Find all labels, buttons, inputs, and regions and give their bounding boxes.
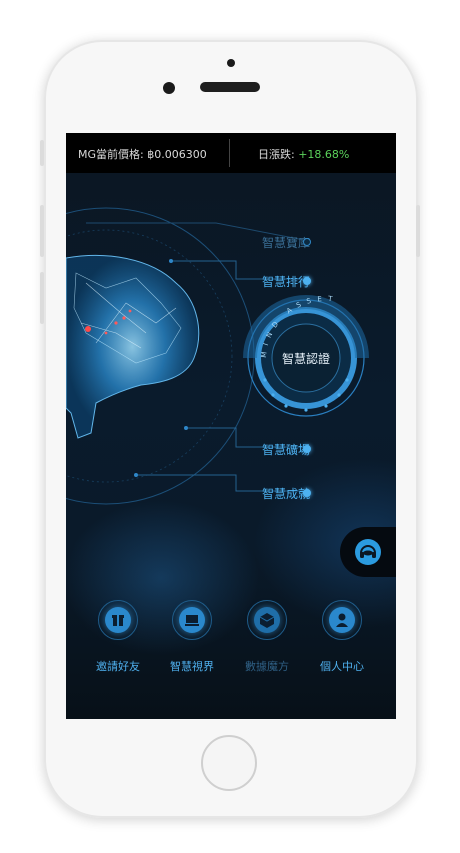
monitor-icon (179, 607, 205, 633)
nav-data-cube[interactable]: 數據魔方 (232, 600, 302, 674)
proximity-sensor (227, 59, 235, 67)
customer-service-button[interactable] (340, 527, 396, 577)
menu-dot-achievement (303, 489, 311, 497)
app-screen: MG當前價格: ฿0.006300 日漲跌: +18.68% MIND ASSE… (66, 133, 396, 719)
power-button (416, 205, 420, 257)
person-icon (329, 607, 355, 633)
home-button[interactable] (201, 735, 257, 791)
nav-profile[interactable]: 個人中心 (307, 600, 377, 674)
nav-label: 邀請好友 (96, 660, 140, 673)
nav-ring (98, 600, 138, 640)
menu-dot-mine (303, 445, 311, 453)
nav-smart-vision[interactable]: 智慧視界 (157, 600, 227, 674)
mute-switch (40, 140, 44, 166)
nav-label: 智慧視界 (170, 660, 214, 673)
nav-ring (322, 600, 362, 640)
earpiece-speaker (200, 82, 260, 92)
gift-icon (105, 607, 131, 633)
volume-down-button (40, 272, 44, 324)
cube-icon (254, 607, 280, 633)
volume-up-button (40, 205, 44, 257)
nav-label: 數據魔方 (245, 660, 289, 673)
certification-button[interactable]: 智慧認證 (272, 350, 340, 367)
nav-ring (172, 600, 212, 640)
front-camera (163, 82, 175, 94)
headset-icon (355, 539, 381, 565)
brain-hologram (66, 254, 200, 439)
nav-ring (247, 600, 287, 640)
nav-invite-friends[interactable]: 邀請好友 (83, 600, 153, 674)
nav-label: 個人中心 (320, 660, 364, 673)
menu-dot-ranking (303, 277, 311, 285)
menu-dot-treasury (303, 238, 311, 246)
